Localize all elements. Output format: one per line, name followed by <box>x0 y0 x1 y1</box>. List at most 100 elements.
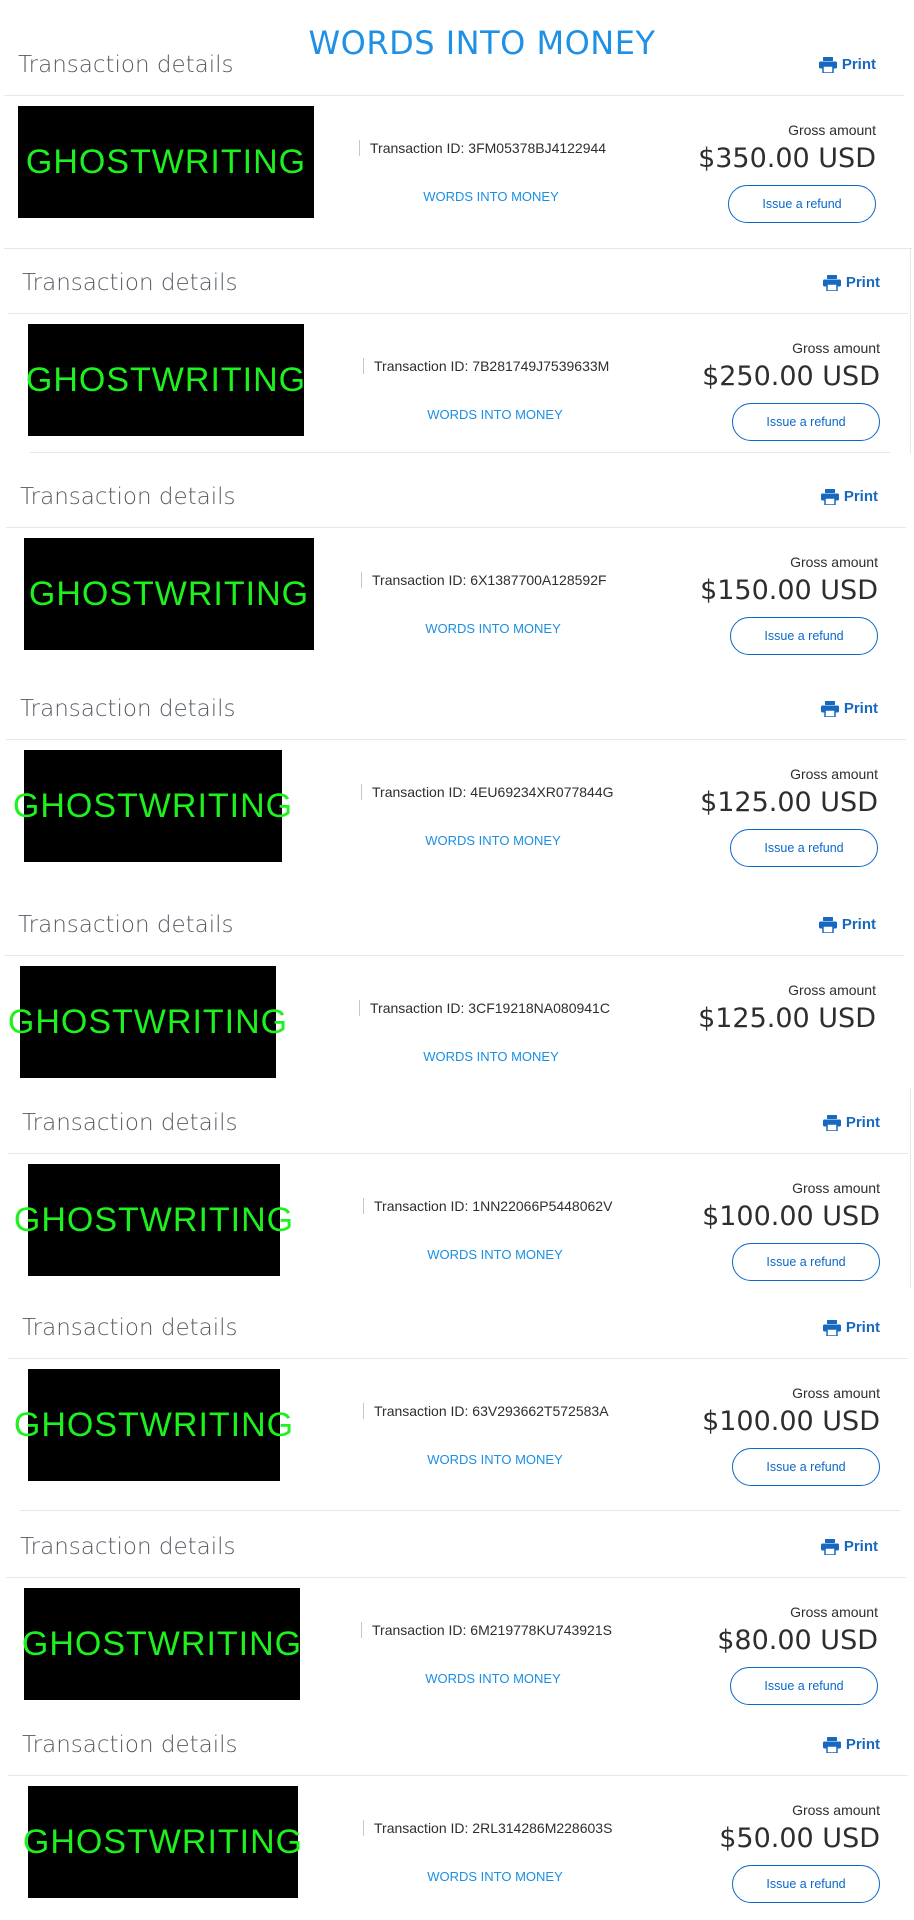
print-label: Print <box>845 1319 880 1336</box>
print-label: Print <box>845 1114 880 1131</box>
thumbnail-text: GHOSTWRITING <box>25 360 307 399</box>
merchant-link[interactable]: WORDS INTO MONEY <box>366 1452 624 1467</box>
merchant-link[interactable]: WORDS INTO MONEY <box>364 833 622 848</box>
transaction-id: Transaction ID: 63V293662T572583A <box>363 1403 609 1419</box>
transaction-id: Transaction ID: 2RL314286M228603S <box>363 1820 612 1836</box>
merchant-link[interactable]: WORDS INTO MONEY <box>364 621 622 636</box>
merchant-link[interactable]: WORDS INTO MONEY <box>362 189 620 204</box>
transaction-id: Transaction ID: 4EU69234XR077844G <box>361 784 614 800</box>
merchant-link[interactable]: WORDS INTO MONEY <box>362 1049 620 1064</box>
gross-amount-label: Gross amount <box>792 340 880 356</box>
transaction-id: Transaction ID: 3FM05378BJ4122944 <box>359 140 606 156</box>
header-divider <box>4 955 904 956</box>
card-title: Transaction details <box>20 696 236 722</box>
gross-amount-label: Gross amount <box>788 982 876 998</box>
frame-divider <box>910 248 911 454</box>
print-button[interactable]: Print <box>820 700 878 717</box>
gross-amount-value: $50.00 USD <box>719 1823 880 1854</box>
transaction-id: Transaction ID: 3CF19218NA080941C <box>359 1000 610 1016</box>
thumbnail-text: GHOSTWRITING <box>25 142 307 181</box>
merchant-link[interactable]: WORDS INTO MONEY <box>366 1247 624 1262</box>
issue-refund-button[interactable]: Issue a refund <box>730 829 878 867</box>
print-button[interactable]: Print <box>822 1736 880 1753</box>
print-button[interactable]: Print <box>818 56 876 73</box>
product-thumbnail: GHOSTWRITING <box>23 1786 302 1898</box>
frame-divider <box>910 1088 911 1288</box>
product-thumbnail: GHOSTWRITING <box>8 966 287 1078</box>
thumbnail-text: GHOSTWRITING <box>21 1624 303 1663</box>
product-thumbnail: GHOSTWRITING <box>14 1164 293 1276</box>
merchant-link[interactable]: WORDS INTO MONEY <box>364 1671 622 1686</box>
frame-divider <box>20 1510 900 1511</box>
card-header: Transaction details Print <box>8 1098 908 1150</box>
product-thumbnail: GHOSTWRITING <box>21 1588 303 1700</box>
printer-icon <box>820 1538 839 1555</box>
print-label: Print <box>841 56 876 73</box>
transaction-card: Transaction details Print GHOSTWRITING T… <box>6 1522 906 1712</box>
print-button[interactable]: Print <box>822 1114 880 1131</box>
issue-refund-button[interactable]: Issue a refund <box>732 1865 880 1903</box>
merchant-link[interactable]: WORDS INTO MONEY <box>366 1869 624 1884</box>
issue-refund-button[interactable]: Issue a refund <box>730 617 878 655</box>
thumbnail-text: GHOSTWRITING <box>13 1405 295 1444</box>
product-thumbnail: GHOSTWRITING <box>18 106 314 218</box>
product-thumbnail: GHOSTWRITING <box>25 324 307 436</box>
gross-amount-value: $150.00 USD <box>700 575 878 606</box>
issue-refund-button[interactable]: Issue a refund <box>732 1243 880 1281</box>
gross-amount-value: $125.00 USD <box>698 1003 876 1034</box>
printer-icon <box>822 274 841 291</box>
transaction-id: Transaction ID: 6X1387700A128592F <box>361 572 607 588</box>
transaction-card: Transaction details Print GHOSTWRITING T… <box>6 472 906 662</box>
transaction-card: Transaction details Print GHOSTWRITING T… <box>8 1303 908 1493</box>
merchant-link[interactable]: WORDS INTO MONEY <box>366 407 624 422</box>
transaction-card: Transaction details Print GHOSTWRITING T… <box>8 1098 908 1288</box>
gross-amount-value: $250.00 USD <box>702 361 880 392</box>
printer-icon <box>818 56 837 73</box>
gross-amount-label: Gross amount <box>790 554 878 570</box>
frame-divider <box>4 248 912 249</box>
header-divider <box>8 313 908 314</box>
gross-amount-value: $100.00 USD <box>702 1201 880 1232</box>
card-title: Transaction details <box>20 484 236 510</box>
print-button[interactable]: Print <box>822 274 880 291</box>
gross-amount-label: Gross amount <box>790 1604 878 1620</box>
thumbnail-text: GHOSTWRITING <box>13 1200 295 1239</box>
print-label: Print <box>845 274 880 291</box>
printer-icon <box>820 700 839 717</box>
card-header: Transaction details Print <box>8 1720 908 1772</box>
print-label: Print <box>843 488 878 505</box>
issue-refund-button[interactable]: Issue a refund <box>732 1448 880 1486</box>
gross-amount-label: Gross amount <box>792 1180 880 1196</box>
header-divider <box>8 1153 908 1154</box>
gross-amount-label: Gross amount <box>792 1385 880 1401</box>
print-button[interactable]: Print <box>818 916 876 933</box>
issue-refund-button[interactable]: Issue a refund <box>728 185 876 223</box>
printer-icon <box>820 488 839 505</box>
card-title: Transaction details <box>22 1732 238 1758</box>
print-button[interactable]: Print <box>820 488 878 505</box>
gross-amount-label: Gross amount <box>792 1802 880 1818</box>
header-divider <box>6 739 906 740</box>
transaction-id: Transaction ID: 1NN22066P5448062V <box>363 1198 612 1214</box>
issue-refund-button[interactable]: Issue a refund <box>732 403 880 441</box>
card-title: Transaction details <box>18 912 234 938</box>
thumbnail-text: GHOSTWRITING <box>22 1822 304 1861</box>
gross-amount-value: $125.00 USD <box>700 787 878 818</box>
card-title: Transaction details <box>18 52 234 78</box>
print-button[interactable]: Print <box>822 1319 880 1336</box>
printer-icon <box>822 1114 841 1131</box>
print-button[interactable]: Print <box>820 1538 878 1555</box>
product-thumbnail: GHOSTWRITING <box>13 750 292 862</box>
issue-refund-button[interactable]: Issue a refund <box>730 1667 878 1705</box>
card-header: Transaction details Print <box>4 900 904 952</box>
thumbnail-text: GHOSTWRITING <box>7 1002 289 1041</box>
gross-amount-label: Gross amount <box>790 766 878 782</box>
thumbnail-text: GHOSTWRITING <box>28 574 310 613</box>
transaction-card: Transaction details Print GHOSTWRITING T… <box>8 258 908 448</box>
card-header: Transaction details Print <box>6 1522 906 1574</box>
print-label: Print <box>841 916 876 933</box>
transaction-card: Transaction details Print GHOSTWRITING T… <box>6 684 906 874</box>
card-header: Transaction details Print <box>8 1303 908 1355</box>
printer-icon <box>818 916 837 933</box>
card-title: Transaction details <box>22 1110 238 1136</box>
